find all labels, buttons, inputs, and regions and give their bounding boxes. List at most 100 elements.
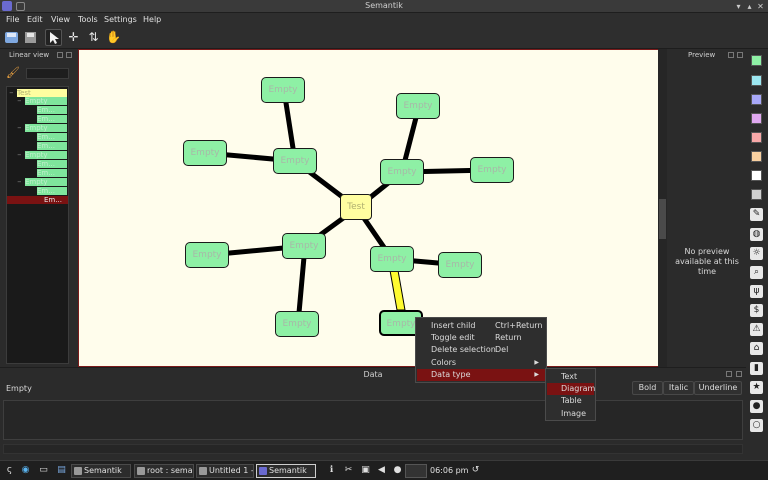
globe-icon[interactable]: ◉ [20, 465, 31, 476]
menu-help[interactable]: Help [143, 15, 161, 24]
menu-item-colors[interactable]: Colors ▶ [417, 357, 545, 369]
color-swatch[interactable] [751, 132, 762, 143]
menu-item-toggle-edit[interactable]: Toggle edit Return [417, 332, 545, 344]
logout-icon[interactable]: ↺ [470, 465, 481, 476]
color-swatch[interactable] [751, 189, 762, 200]
tree-expander-icon[interactable]: − [17, 97, 21, 105]
dollar-icon[interactable]: $ [750, 304, 763, 317]
device-icon[interactable]: ▣ [360, 465, 371, 476]
color-swatch[interactable] [751, 55, 762, 66]
color-swatch[interactable] [751, 170, 762, 181]
select-pointer-icon[interactable] [45, 29, 62, 46]
terminal-icon[interactable]: ▭ [38, 465, 49, 476]
bold-button[interactable]: Bold [632, 381, 663, 395]
dock-close-icon[interactable] [736, 371, 742, 377]
mindmap-node[interactable]: Empty [185, 242, 229, 268]
italic-button[interactable]: Italic [663, 381, 694, 395]
tree-item[interactable]: Empty [25, 124, 67, 132]
star-icon[interactable]: ★ [750, 381, 763, 394]
tree-item[interactable]: Em... [37, 115, 67, 123]
filter-field[interactable] [26, 68, 69, 79]
submenu-item-image[interactable]: Image [547, 408, 594, 420]
ball-icon[interactable]: ● [750, 400, 763, 413]
mindmap-node[interactable]: Empty [282, 233, 326, 259]
menu-edit[interactable]: Edit [27, 15, 43, 24]
menu-tools[interactable]: Tools [78, 15, 98, 24]
data-text-area[interactable] [3, 400, 743, 440]
tree-item[interactable]: Em... [37, 133, 67, 141]
color-swatch[interactable] [751, 94, 762, 105]
dock-float-icon[interactable] [57, 52, 63, 58]
color-swatch[interactable] [751, 113, 762, 124]
print-icon[interactable] [22, 29, 39, 46]
tree-expander-icon[interactable]: − [17, 151, 21, 159]
tree-expander-icon[interactable]: − [9, 89, 13, 97]
tree-item[interactable]: Em... [37, 160, 67, 168]
menu-item-insert-child[interactable]: Insert child Ctrl+Return [417, 320, 545, 332]
brush-icon[interactable]: 🖌 [6, 66, 20, 80]
mindmap-node[interactable]: Empty [438, 252, 482, 278]
bulb-icon[interactable]: ☼ [750, 247, 763, 260]
color-swatch[interactable] [751, 151, 762, 162]
tree-item[interactable]: Empty [25, 178, 67, 186]
tree-item[interactable]: Em... [37, 169, 67, 177]
close-icon[interactable]: ✕ [756, 2, 765, 11]
menu-file[interactable]: File [6, 15, 19, 24]
dock-close-icon[interactable] [737, 52, 743, 58]
sort-icon[interactable]: ⇅ [85, 29, 102, 46]
tree-item[interactable]: Empty [25, 151, 67, 159]
tree-item-root[interactable]: Test [17, 89, 67, 97]
globe-icon[interactable]: ◍ [750, 228, 763, 241]
tree-item-selected[interactable]: Em... [7, 196, 68, 204]
move-icon[interactable]: ✛ [65, 29, 82, 46]
tree-expander-icon[interactable]: − [17, 178, 21, 186]
submenu-item-table[interactable]: Table [547, 395, 594, 407]
launcher-icon[interactable]: ς [4, 465, 15, 476]
files-icon[interactable]: ▤ [56, 465, 67, 476]
scissors-icon[interactable]: ✂ [343, 465, 354, 476]
tree-item[interactable]: Em... [37, 106, 67, 114]
dock-float-icon[interactable] [726, 371, 732, 377]
menu-item-delete-selection[interactable]: Delete selection Del [417, 344, 545, 356]
mindmap-node[interactable]: Empty [261, 77, 305, 103]
scrollbar-thumb[interactable] [659, 199, 666, 239]
task-semantik[interactable]: Semantik [71, 464, 131, 478]
tree-item[interactable]: Em... [37, 142, 67, 150]
brush-icon[interactable]: ✎ [750, 208, 763, 221]
menu-item-data-type[interactable]: Data type ▶ [417, 369, 545, 381]
hand-icon[interactable]: ✋ [105, 29, 122, 46]
mindmap-canvas[interactable]: Empty Empty Empty Empty Empty Empty Test… [78, 49, 660, 367]
mindmap-node[interactable]: Empty [380, 159, 424, 185]
mindmap-node[interactable]: Empty [396, 93, 440, 119]
canvas-vertical-scrollbar[interactable] [658, 49, 667, 367]
home-icon[interactable]: ⌂ [750, 342, 763, 355]
volume-icon[interactable]: ◀ [376, 465, 387, 476]
color-swatch[interactable] [751, 75, 762, 86]
mindmap-node[interactable]: Empty [273, 148, 317, 174]
pager[interactable] [405, 464, 427, 478]
network-icon[interactable]: ● [392, 465, 403, 476]
menu-view[interactable]: View [51, 15, 70, 24]
cutlery-icon[interactable]: ψ [750, 285, 763, 298]
bottle-icon[interactable]: ▮ [750, 362, 763, 375]
info-icon[interactable]: ℹ [326, 465, 337, 476]
mindmap-node[interactable]: Empty [183, 140, 227, 166]
maximize-icon[interactable]: ▴ [745, 2, 754, 11]
task-semantik-active[interactable]: Semantik [256, 464, 316, 478]
submenu-item-text[interactable]: Text [547, 371, 594, 383]
underline-button[interactable]: Underline [694, 381, 742, 395]
tree-expander-icon[interactable]: − [17, 124, 21, 132]
warning-icon[interactable]: ⚠ [750, 323, 763, 336]
dock-float-icon[interactable] [728, 52, 734, 58]
mindmap-node[interactable]: Empty [275, 311, 319, 337]
minimize-icon[interactable]: ▾ [734, 2, 743, 11]
data-horizontal-scrollbar[interactable] [3, 444, 743, 454]
submenu-item-diagram[interactable]: Diagram [547, 383, 595, 395]
tree-item[interactable]: Empty [25, 97, 67, 105]
task-untitled[interactable]: Untitled 1 - [196, 464, 254, 478]
task-terminal[interactable]: root : seman [134, 464, 194, 478]
tree-item[interactable]: Em... [37, 187, 67, 195]
mindmap-node[interactable]: Empty [370, 246, 414, 272]
save-icon[interactable] [3, 29, 20, 46]
magnifier-icon[interactable]: ⌕ [750, 266, 763, 279]
